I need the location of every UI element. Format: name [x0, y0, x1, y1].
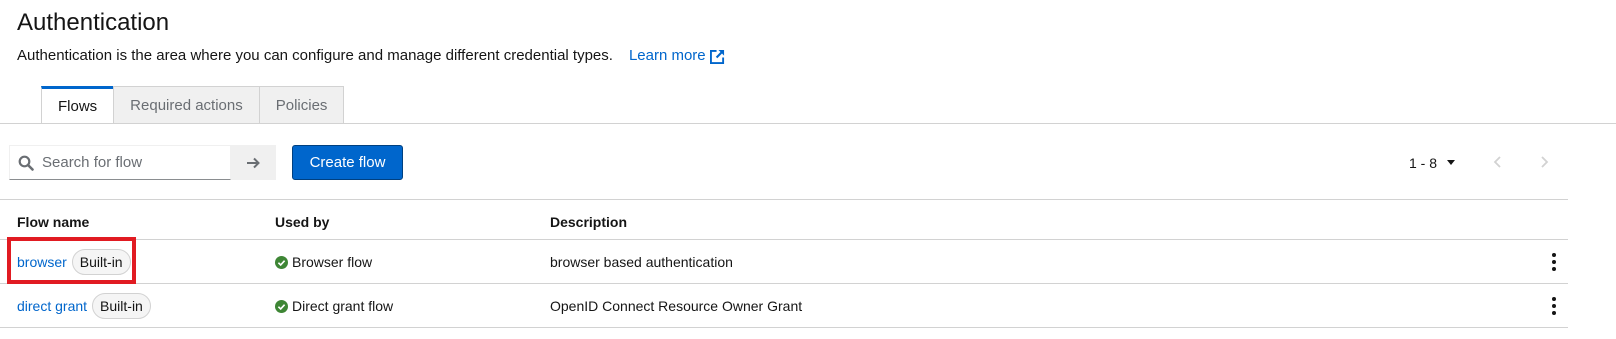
- table-row: direct grant Built-in Direct grant flow …: [0, 284, 1568, 328]
- chevron-right-icon[interactable]: [1536, 154, 1552, 170]
- tabs-divider: [0, 123, 1616, 124]
- used-by-cell: Direct grant flow: [275, 284, 393, 328]
- arrow-right-icon: [246, 157, 260, 168]
- search-box: [9, 145, 231, 180]
- pagination-range: 1 - 8: [1409, 154, 1438, 171]
- used-by-cell: Browser flow: [275, 240, 372, 284]
- column-header-used-by[interactable]: Used by: [275, 214, 329, 230]
- chevron-left-icon[interactable]: [1490, 154, 1506, 170]
- flow-link[interactable]: browser: [17, 254, 67, 270]
- learn-more-label: Learn more: [628, 47, 706, 64]
- create-flow-button[interactable]: Create flow: [292, 145, 403, 180]
- description-cell: browser based authentication: [550, 240, 733, 284]
- page-header: Authentication Authentication is the are…: [17, 8, 1597, 65]
- kebab-icon[interactable]: [1550, 252, 1558, 272]
- built-in-badge: Built-in: [92, 293, 151, 319]
- tab-required-actions[interactable]: Required actions: [113, 86, 260, 124]
- flow-name-cell: direct grant Built-in: [17, 284, 151, 328]
- external-link-icon: [709, 49, 724, 64]
- search-submit-button[interactable]: [231, 145, 276, 180]
- description-text: OpenID Connect Resource Owner Grant: [550, 298, 803, 314]
- column-header-description[interactable]: Description: [550, 214, 627, 230]
- page-title: Authentication: [17, 9, 170, 36]
- toolbar: Create flow 1 - 8: [9, 145, 1609, 180]
- flow-link[interactable]: direct grant: [17, 298, 87, 314]
- check-circle-icon: [275, 255, 288, 269]
- tab-flows[interactable]: Flows: [41, 86, 115, 124]
- check-circle-icon: [275, 299, 288, 313]
- learn-more-link[interactable]: Learn more: [629, 47, 725, 65]
- tab-bar: Flows Required actions Policies: [41, 86, 345, 124]
- description-cell: OpenID Connect Resource Owner Grant: [550, 284, 802, 328]
- table-row: browser Built-in Browser flow browser ba…: [0, 240, 1568, 284]
- column-header-flow-name[interactable]: Flow name: [17, 214, 89, 230]
- tab-policies[interactable]: Policies: [258, 86, 345, 124]
- page-description-row: Authentication is the area where you can…: [17, 47, 1597, 65]
- search-input[interactable]: [42, 154, 222, 171]
- flow-name-cell: browser Built-in: [17, 240, 131, 284]
- search-icon: [18, 155, 34, 171]
- used-by-label: Browser flow: [292, 254, 373, 270]
- page-description: Authentication is the area where you can…: [17, 47, 613, 64]
- caret-down-icon: [1447, 160, 1456, 165]
- built-in-badge: Built-in: [71, 249, 131, 275]
- kebab-icon[interactable]: [1550, 296, 1558, 316]
- description-text: browser based authentication: [550, 254, 733, 270]
- table-header: Flow name Used by Description: [0, 200, 1568, 240]
- flows-table: Flow name Used by Description browser Bu…: [0, 200, 1568, 328]
- pagination-range-toggle[interactable]: 1 - 8: [1409, 154, 1456, 171]
- pagination: 1 - 8: [1409, 145, 1549, 180]
- used-by-label: Direct grant flow: [292, 298, 394, 314]
